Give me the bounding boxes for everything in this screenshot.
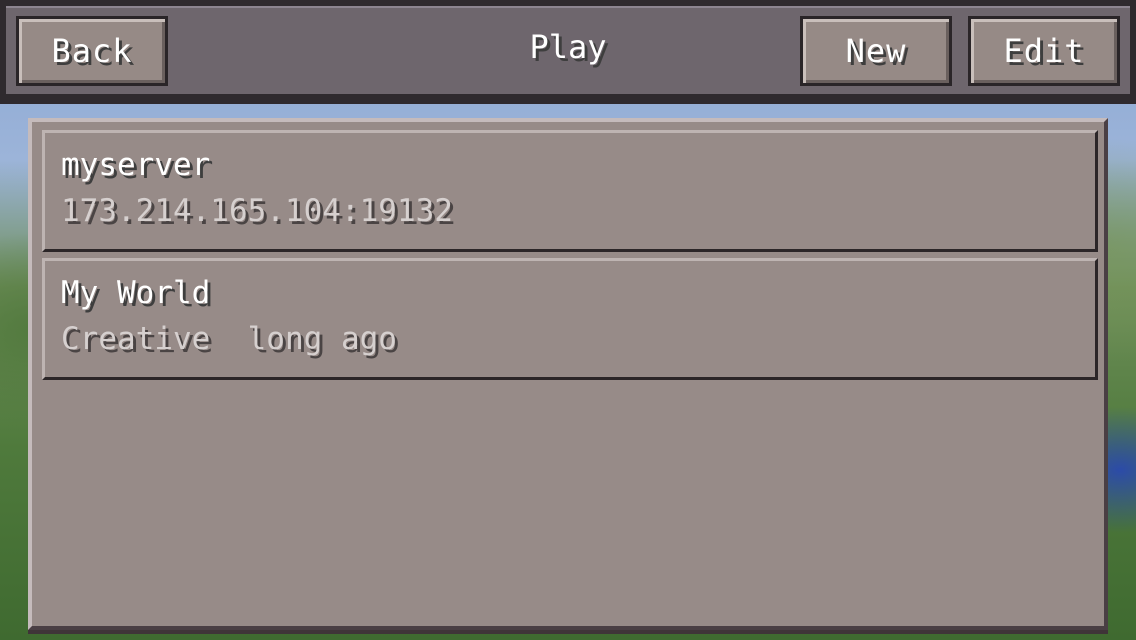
server-name: myserver	[61, 147, 211, 183]
list-item-world[interactable]: My World Creative long ago	[42, 258, 1098, 380]
server-address: 173.214.165.104:19132	[61, 193, 453, 229]
back-button[interactable]: Back	[16, 16, 168, 86]
list-item-server[interactable]: myserver 173.214.165.104:19132	[42, 130, 1098, 252]
world-list-panel: myserver 173.214.165.104:19132 My World …	[28, 118, 1108, 630]
world-name: My World	[61, 275, 211, 311]
top-bar: Back Play New Edit	[0, 0, 1136, 104]
world-detail: Creative long ago	[61, 321, 397, 357]
new-button[interactable]: New	[800, 16, 952, 86]
edit-button[interactable]: Edit	[968, 16, 1120, 86]
page-title: Play	[529, 28, 607, 66]
